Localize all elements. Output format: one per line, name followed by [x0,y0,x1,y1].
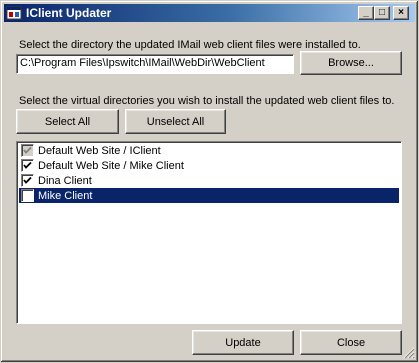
close-button-label: Close [336,336,366,349]
virtual-dirs-checklist[interactable]: Default Web Site / IClient Default Web S… [16,141,402,324]
list-item[interactable]: Default Web Site / Mike Client [19,158,399,173]
updater-window: IClient Updater _ □ × Select the directo… [0,0,419,363]
close-icon: × [398,7,404,18]
checkbox[interactable] [21,189,34,202]
checkbox[interactable] [21,144,34,157]
title-bar[interactable]: IClient Updater _ □ × [4,4,415,22]
list-item-selected[interactable]: Mike Client [19,188,399,203]
checkbox[interactable] [21,159,34,172]
resize-grip-icon[interactable] [403,347,415,359]
maximize-button[interactable]: □ [374,6,390,20]
minimize-button[interactable]: _ [358,6,374,20]
update-button-label: Update [225,336,261,349]
directory-prompt: Select the directory the updated IMail w… [19,39,361,51]
minimize-icon: _ [363,7,369,18]
close-window-button[interactable]: × [393,6,409,20]
unselect-all-label: Unselect All [146,115,205,128]
virtual-dirs-prompt: Select the virtual directories you wish … [19,95,395,107]
unselect-all-button[interactable]: Unselect All [125,109,226,134]
browse-button[interactable]: Browse... [300,51,402,75]
select-all-button[interactable]: Select All [16,109,119,134]
list-item-label: Default Web Site / IClient [38,144,161,157]
list-item-label: Mike Client [38,189,93,202]
directory-path-value: C:\Program Files\Ipswitch\IMail\WebDir\W… [20,57,265,69]
select-all-label: Select All [44,115,91,128]
list-item[interactable]: Dina Client [19,173,399,188]
list-item-label: Dina Client [38,174,92,187]
app-window-icon [6,5,22,21]
list-item[interactable]: Default Web Site / IClient [19,143,399,158]
list-item-label: Default Web Site / Mike Client [38,159,184,172]
checkbox[interactable] [21,174,34,187]
directory-path-input[interactable]: C:\Program Files\Ipswitch\IMail\WebDir\W… [16,54,294,74]
window-title: IClient Updater [26,6,112,20]
close-button[interactable]: Close [300,330,402,355]
maximize-icon: □ [378,7,386,18]
browse-button-label: Browse... [328,57,374,69]
update-button[interactable]: Update [192,330,294,355]
